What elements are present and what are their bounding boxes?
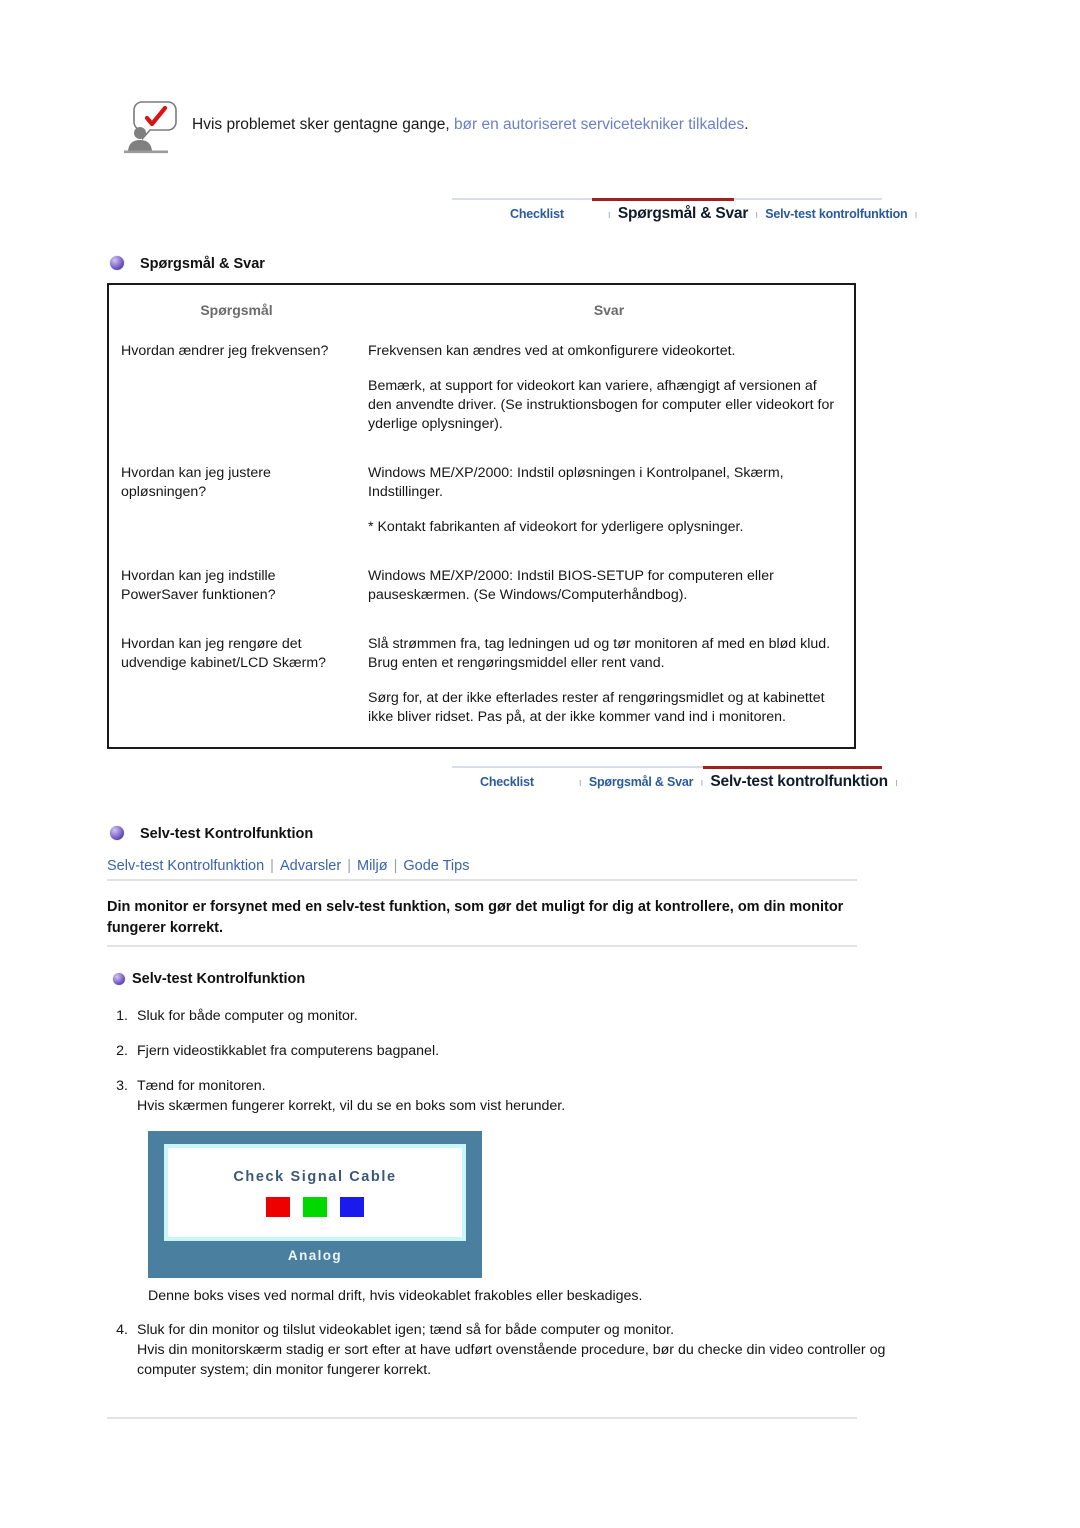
list-item: 1. Sluk for både computer og monitor. <box>107 1006 887 1026</box>
selftest-subheading-label: Selv-test Kontrolfunktion <box>132 971 306 987</box>
list-item: 4. Sluk for din monitor og tilslut video… <box>107 1320 887 1380</box>
tab-navigation-bottom: Checklist ı Spørgsmål & Svar ı Selv-test… <box>452 766 898 791</box>
selftest-intro-text: Din monitor er forsynet med en selv-test… <box>107 899 844 936</box>
row-spacer <box>109 735 854 747</box>
sublink-advarsler[interactable]: Advarsler <box>280 858 341 874</box>
qa-question: Hvordan kan jeg justere opløsningen? <box>121 465 271 500</box>
tab-separator: ı <box>700 777 704 789</box>
row-spacer <box>109 442 854 458</box>
notice-text-link[interactable]: bør en autoriseret servicetekniker tilka… <box>454 116 744 133</box>
sublink-miljoe[interactable]: Miljø <box>357 858 388 874</box>
tab-separator: ı <box>607 209 611 221</box>
selftest-subheading: Selv-test Kontrolfunktion <box>113 971 305 987</box>
notice-text-plain: Hvis problemet sker gentagne gange, <box>192 116 454 133</box>
qa-table-header-row: Spørgsmål Svar <box>109 285 854 334</box>
selftest-section-title: Selv-test Kontrolfunktion <box>140 826 314 842</box>
tab-checklist[interactable]: Checklist <box>510 207 564 221</box>
selftest-sublinks: Selv-test Kontrolfunktion | Advarsler | Milj… <box>107 858 469 874</box>
monitor-message: Check Signal Cable <box>233 1168 397 1185</box>
qa-answer-para: Slå strømmen fra, tag ledningen ud og tø… <box>368 636 831 671</box>
step-text: Sluk for din monitor og tilslut videokab… <box>137 1322 886 1378</box>
step-text: Tænd for monitoren. Hvis skærmen fungere… <box>137 1078 566 1114</box>
purple-sphere-bullet-icon <box>113 973 125 985</box>
step-text: Fjern videostikkablet fra computerens ba… <box>137 1043 440 1059</box>
row-spacer <box>109 545 854 561</box>
active-tab-accent-bar <box>592 198 734 201</box>
tab-navigation-top: Checklist ı Spørgsmål & Svar ı Selv-test… <box>452 198 918 223</box>
sublink-gode-tips[interactable]: Gode Tips <box>403 858 469 874</box>
qa-question: Hvordan ændrer jeg frekvensen? <box>121 343 329 359</box>
qa-answer: Frekvensen kan ændres ved at omkonfigure… <box>364 336 854 440</box>
step-number: 1. <box>116 1008 128 1024</box>
service-notice: Hvis problemet sker gentagne gange, bør … <box>122 98 902 156</box>
blue-bar <box>340 1196 364 1217</box>
qa-question: Hvordan kan jeg rengøre det udvendige ka… <box>121 636 327 671</box>
qa-answer-para: Frekvensen kan ændres ved at omkonfigure… <box>368 343 736 359</box>
notice-text-end: . <box>744 116 749 133</box>
tab-list: Checklist ı Spørgsmål & Svar ı Selv-test… <box>452 768 898 791</box>
tabnav-rule <box>452 198 882 201</box>
tab-selvtest-kontrolfunktion[interactable]: Selv-test kontrolfunktion <box>710 773 888 791</box>
sublink-separator: | <box>347 858 351 874</box>
tabnav-rule <box>452 766 882 769</box>
selftest-steps-list: 1. Sluk for både computer og monitor. 2.… <box>107 1006 887 1131</box>
monitor-screen: Check Signal Cable <box>164 1144 466 1241</box>
qa-answer: Windows ME/XP/2000: Indstil opløsningen … <box>364 458 854 543</box>
purple-sphere-bullet-icon <box>110 826 124 840</box>
list-item: 3. Tænd for monitoren. Hvis skærmen fung… <box>107 1076 887 1116</box>
monitor-signal-label: Analog <box>287 1248 343 1263</box>
qa-answer: Slå strømmen fra, tag ledningen ud og tø… <box>364 629 854 733</box>
selftest-step4-list: 4. Sluk for din monitor og tilslut video… <box>107 1320 887 1395</box>
qa-answer-para: Sørg for, at der ikke efterlades rester … <box>368 690 825 725</box>
step-number: 2. <box>116 1043 128 1059</box>
service-notice-text: Hvis problemet sker gentagne gange, bør … <box>178 98 749 135</box>
step-number: 4. <box>116 1322 128 1338</box>
person-with-checkmark-speech-bubble-icon <box>122 98 178 156</box>
step-text: Sluk for både computer og monitor. <box>137 1008 358 1024</box>
qa-answer-para: * Kontakt fabrikanten af videokort for y… <box>368 519 744 535</box>
qa-answer-para: Windows ME/XP/2000: Indstil opløsningen … <box>368 465 784 500</box>
table-row: Hvordan kan jeg rengøre det udvendige ka… <box>109 629 854 735</box>
tab-spoergsmaal-og-svar[interactable]: Spørgsmål & Svar <box>618 205 749 223</box>
green-bar <box>303 1196 327 1217</box>
divider <box>107 945 857 947</box>
tab-checklist[interactable]: Checklist <box>480 775 534 789</box>
divider <box>107 879 857 881</box>
tab-selvtest-kontrolfunktion[interactable]: Selv-test kontrolfunktion <box>765 207 907 221</box>
qa-answer-para: Bemærk, at support for videokort kan var… <box>368 378 835 432</box>
selftest-monitor-illustration: Check Signal Cable Analog <box>148 1131 482 1278</box>
qa-question: Hvordan kan jeg indstille PowerSaver fun… <box>121 568 276 603</box>
qa-column-header-answer: Svar <box>593 302 625 318</box>
list-item: 2. Fjern videostikkablet fra computerens… <box>107 1041 887 1061</box>
tab-spoergsmaal-og-svar[interactable]: Spørgsmål & Svar <box>589 775 694 789</box>
divider <box>107 1417 857 1419</box>
tab-separator: ı <box>578 777 582 789</box>
red-bar <box>266 1196 290 1217</box>
monitor-color-bars <box>266 1196 364 1217</box>
qa-column-header-question: Spørgsmål <box>200 302 273 318</box>
qa-answer: Windows ME/XP/2000: Indstil BIOS-SETUP f… <box>364 561 854 611</box>
sublink-separator: | <box>393 858 398 874</box>
tab-separator-end: ı <box>914 209 918 221</box>
sublink-selvtest-kontrolfunktion[interactable]: Selv-test Kontrolfunktion <box>107 858 264 874</box>
tab-separator-end: ı <box>894 777 899 789</box>
step-number: 3. <box>116 1078 128 1094</box>
table-row: Hvordan kan jeg justere opløsningen? Win… <box>109 458 854 545</box>
qa-section-heading: Spørgsmål & Svar <box>110 256 265 272</box>
table-row: Hvordan kan jeg indstille PowerSaver fun… <box>109 561 854 613</box>
row-spacer <box>109 613 854 629</box>
active-tab-accent-bar <box>703 766 882 769</box>
qa-answer-para: Windows ME/XP/2000: Indstil BIOS-SETUP f… <box>368 568 774 603</box>
qa-section-title: Spørgsmål & Svar <box>140 256 265 272</box>
sublink-separator: | <box>270 858 274 874</box>
selftest-section-heading: Selv-test Kontrolfunktion <box>110 826 313 842</box>
qa-table: Spørgsmål Svar Hvordan ændrer jeg frekve… <box>107 283 856 749</box>
tab-separator: ı <box>755 209 759 221</box>
monitor-box-caption: Denne boks vises ved normal drift, hvis … <box>148 1288 643 1304</box>
tab-list: Checklist ı Spørgsmål & Svar ı Selv-test… <box>452 200 918 223</box>
table-row: Hvordan ændrer jeg frekvensen? Frekvense… <box>109 334 854 442</box>
purple-sphere-bullet-icon <box>110 256 124 270</box>
